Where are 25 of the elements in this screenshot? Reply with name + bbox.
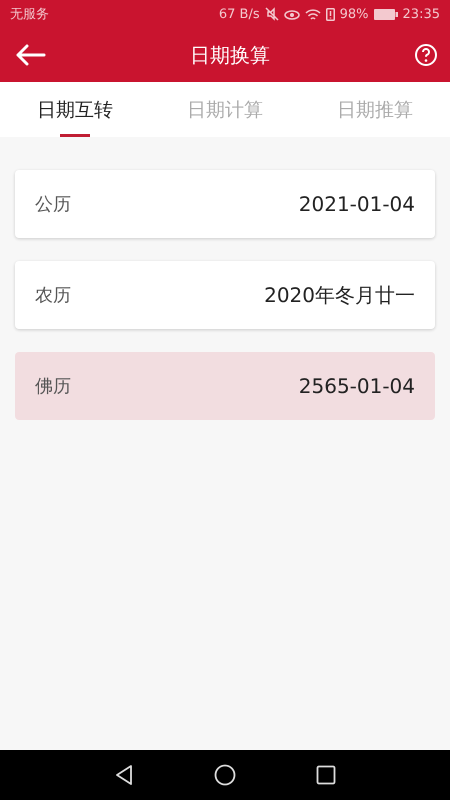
mute-icon — [264, 7, 279, 21]
date-value: 2021-01-04 — [298, 192, 415, 216]
wifi-icon — [304, 8, 321, 20]
battery-alert-icon — [326, 8, 335, 20]
recents-nav-icon[interactable] — [316, 765, 336, 785]
battery-icon — [374, 8, 398, 20]
date-row[interactable]: 农历 2020年冬月廿一 — [15, 261, 435, 329]
back-arrow-icon[interactable] — [14, 44, 46, 66]
page-title: 日期换算 — [190, 42, 270, 68]
back-nav-icon[interactable] — [114, 764, 134, 786]
date-value: 2020年冬月廿一 — [264, 282, 415, 308]
carrier-text: 无服务 — [10, 6, 49, 23]
tab[interactable]: 日期互转 — [0, 82, 150, 137]
clock-text: 23:35 — [402, 6, 440, 22]
network-speed: 67 B/s — [218, 6, 260, 22]
calendar-label: 公历 — [35, 193, 71, 216]
eye-icon — [284, 8, 300, 20]
calendar-label: 农历 — [35, 284, 71, 307]
battery-percent: 98% — [340, 6, 369, 22]
home-nav-icon[interactable] — [214, 764, 236, 786]
date-row[interactable]: 公历 2021-01-04 — [15, 170, 435, 238]
help-icon[interactable] — [414, 43, 438, 67]
date-value: 2565-01-04 — [298, 374, 415, 398]
calendar-label: 佛历 — [35, 375, 71, 398]
date-row[interactable]: 佛历 2565-01-04 — [15, 352, 435, 420]
